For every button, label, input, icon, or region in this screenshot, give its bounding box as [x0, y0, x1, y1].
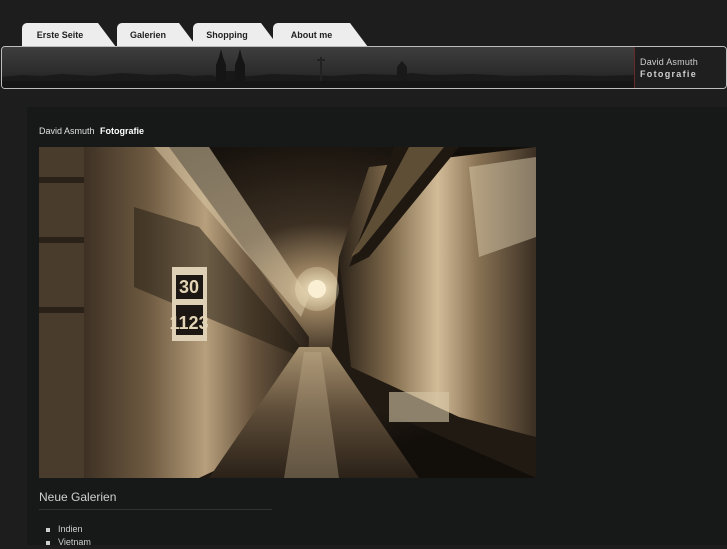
tab-galerien[interactable]: Galerien: [117, 23, 197, 47]
tank-number-small: 30: [179, 277, 199, 297]
content-area: David Asmuth Fotografie 30 1123 Neue Gal…: [27, 107, 727, 547]
list-item-indien[interactable]: Indien: [46, 523, 91, 536]
train-tankers-photo: 30 1123: [39, 147, 536, 478]
brand-subtitle: Fotografie: [640, 69, 697, 79]
tab-shopping[interactable]: Shopping: [193, 23, 279, 47]
header-banner: David Asmuth Fotografie: [1, 46, 727, 89]
site-title-bold: Fotografie: [100, 126, 145, 136]
skyline-image: [2, 47, 634, 88]
brand-name: David Asmuth: [640, 57, 698, 67]
gallery-list: Indien Vietnam: [46, 523, 91, 549]
list-item-vietnam[interactable]: Vietnam: [46, 536, 91, 549]
site-title: David Asmuth Fotografie: [39, 126, 144, 136]
new-galleries-heading: Neue Galerien: [39, 490, 272, 510]
brand-box: David Asmuth Fotografie: [634, 47, 726, 88]
tab-erste-seite[interactable]: Erste Seite: [22, 23, 116, 47]
tab-about-me[interactable]: About me: [273, 23, 368, 47]
tank-number-large: 1123: [169, 313, 208, 333]
site-title-name: David Asmuth: [39, 126, 95, 136]
featured-photo[interactable]: 30 1123: [39, 147, 536, 478]
